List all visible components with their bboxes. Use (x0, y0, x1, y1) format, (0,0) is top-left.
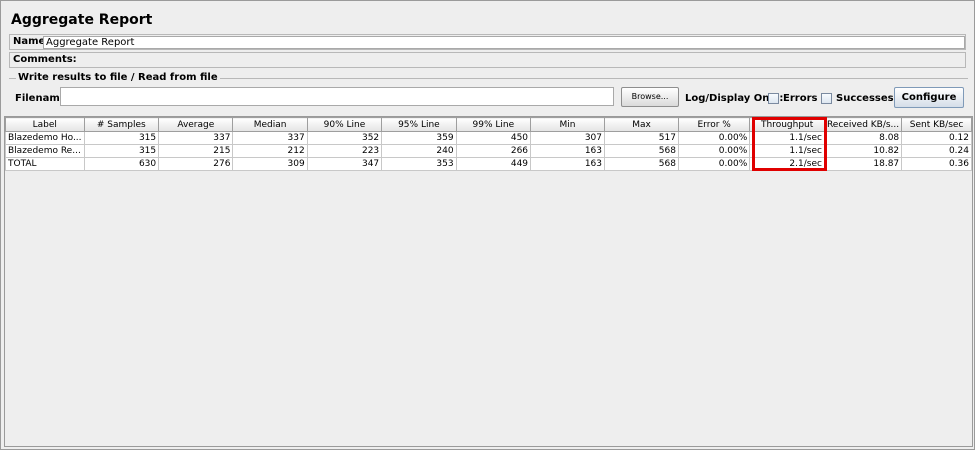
column-header-throughput[interactable]: Throughput (749, 117, 825, 132)
cell-95-line: 353 (381, 157, 457, 171)
cell-sent: 0.24 (901, 144, 972, 158)
name-row: Name: Aggregate Report (9, 34, 966, 50)
column-header-samples[interactable]: # Samples (83, 117, 160, 132)
cell-95-line: 240 (381, 144, 457, 158)
cell-min: 163 (530, 144, 605, 158)
successes-label: Successes (836, 93, 894, 104)
column-header-95-line[interactable]: 95% Line (381, 117, 457, 132)
browse-button[interactable]: Browse... (621, 87, 679, 107)
cell-received: 10.82 (823, 144, 903, 158)
comments-row[interactable]: Comments: (9, 52, 966, 68)
cell-max: 517 (604, 131, 679, 145)
file-group: Write results to file / Read from file F… (9, 72, 968, 113)
cell-throughput: 2.1/sec (749, 157, 825, 171)
cell-throughput: 1.1/sec (749, 144, 825, 158)
column-header-received[interactable]: Received KB/s... (823, 117, 903, 132)
cell-average: 337 (158, 131, 234, 145)
results-table-area[interactable]: Label # Samples Average Median 90% Line … (4, 116, 973, 447)
cell-90-line: 347 (306, 157, 383, 171)
cell-99-line: 450 (455, 131, 532, 145)
comments-label: Comments: (13, 54, 77, 65)
cell-samples: 315 (83, 144, 160, 158)
cell-label: Blazedemo Ho... (5, 131, 85, 145)
cell-received: 18.87 (823, 157, 903, 171)
cell-samples: 315 (83, 131, 160, 145)
cell-median: 212 (232, 144, 308, 158)
cell-throughput: 1.1/sec (749, 131, 825, 145)
cell-max: 568 (604, 144, 679, 158)
column-header-sent[interactable]: Sent KB/sec (901, 117, 972, 132)
column-header-label[interactable]: Label (5, 117, 85, 132)
configure-button[interactable]: Configure (894, 87, 964, 108)
column-header-max[interactable]: Max (604, 117, 679, 132)
column-header-average[interactable]: Average (158, 117, 234, 132)
cell-average: 215 (158, 144, 234, 158)
cell-sent: 0.12 (901, 131, 972, 145)
cell-95-line: 359 (381, 131, 457, 145)
cell-samples: 630 (83, 157, 160, 171)
cell-99-line: 449 (455, 157, 532, 171)
cell-90-line: 223 (306, 144, 383, 158)
cell-average: 276 (158, 157, 234, 171)
column-header-median[interactable]: Median (232, 117, 308, 132)
cell-sent: 0.36 (901, 157, 972, 171)
name-input[interactable]: Aggregate Report (43, 36, 965, 49)
cell-error: 0.00% (677, 157, 751, 171)
column-header-99-line[interactable]: 99% Line (455, 117, 532, 132)
cell-min: 163 (530, 157, 605, 171)
file-group-legend: Write results to file / Read from file (16, 72, 220, 83)
table-row[interactable]: Blazedemo Ho... 315 337 337 352 359 450 … (5, 131, 972, 145)
cell-error: 0.00% (677, 144, 751, 158)
cell-90-line: 352 (306, 131, 383, 145)
cell-label: Blazedemo Re... (5, 144, 85, 158)
aggregate-report-panel: Aggregate Report Name: Aggregate Report … (0, 0, 975, 450)
column-header-90-line[interactable]: 90% Line (306, 117, 383, 132)
cell-received: 8.08 (823, 131, 903, 145)
errors-checkbox[interactable] (768, 93, 779, 104)
page-title: Aggregate Report (11, 12, 153, 28)
filename-label: Filename (15, 93, 67, 104)
table-row[interactable]: Blazedemo Re... 315 215 212 223 240 266 … (5, 144, 972, 158)
filename-input[interactable] (60, 87, 614, 106)
column-header-min[interactable]: Min (530, 117, 605, 132)
column-header-error[interactable]: Error % (677, 117, 751, 132)
errors-label: Errors (783, 93, 818, 104)
cell-median: 309 (232, 157, 308, 171)
cell-median: 337 (232, 131, 308, 145)
cell-99-line: 266 (455, 144, 532, 158)
table-row-total[interactable]: TOTAL 630 276 309 347 353 449 163 568 0.… (5, 157, 972, 171)
results-table: Label # Samples Average Median 90% Line … (5, 117, 972, 171)
successes-checkbox[interactable] (821, 93, 832, 104)
cell-min: 307 (530, 131, 605, 145)
cell-label: TOTAL (5, 157, 85, 171)
table-header-row: Label # Samples Average Median 90% Line … (5, 117, 972, 132)
cell-max: 568 (604, 157, 679, 171)
cell-error: 0.00% (677, 131, 751, 145)
